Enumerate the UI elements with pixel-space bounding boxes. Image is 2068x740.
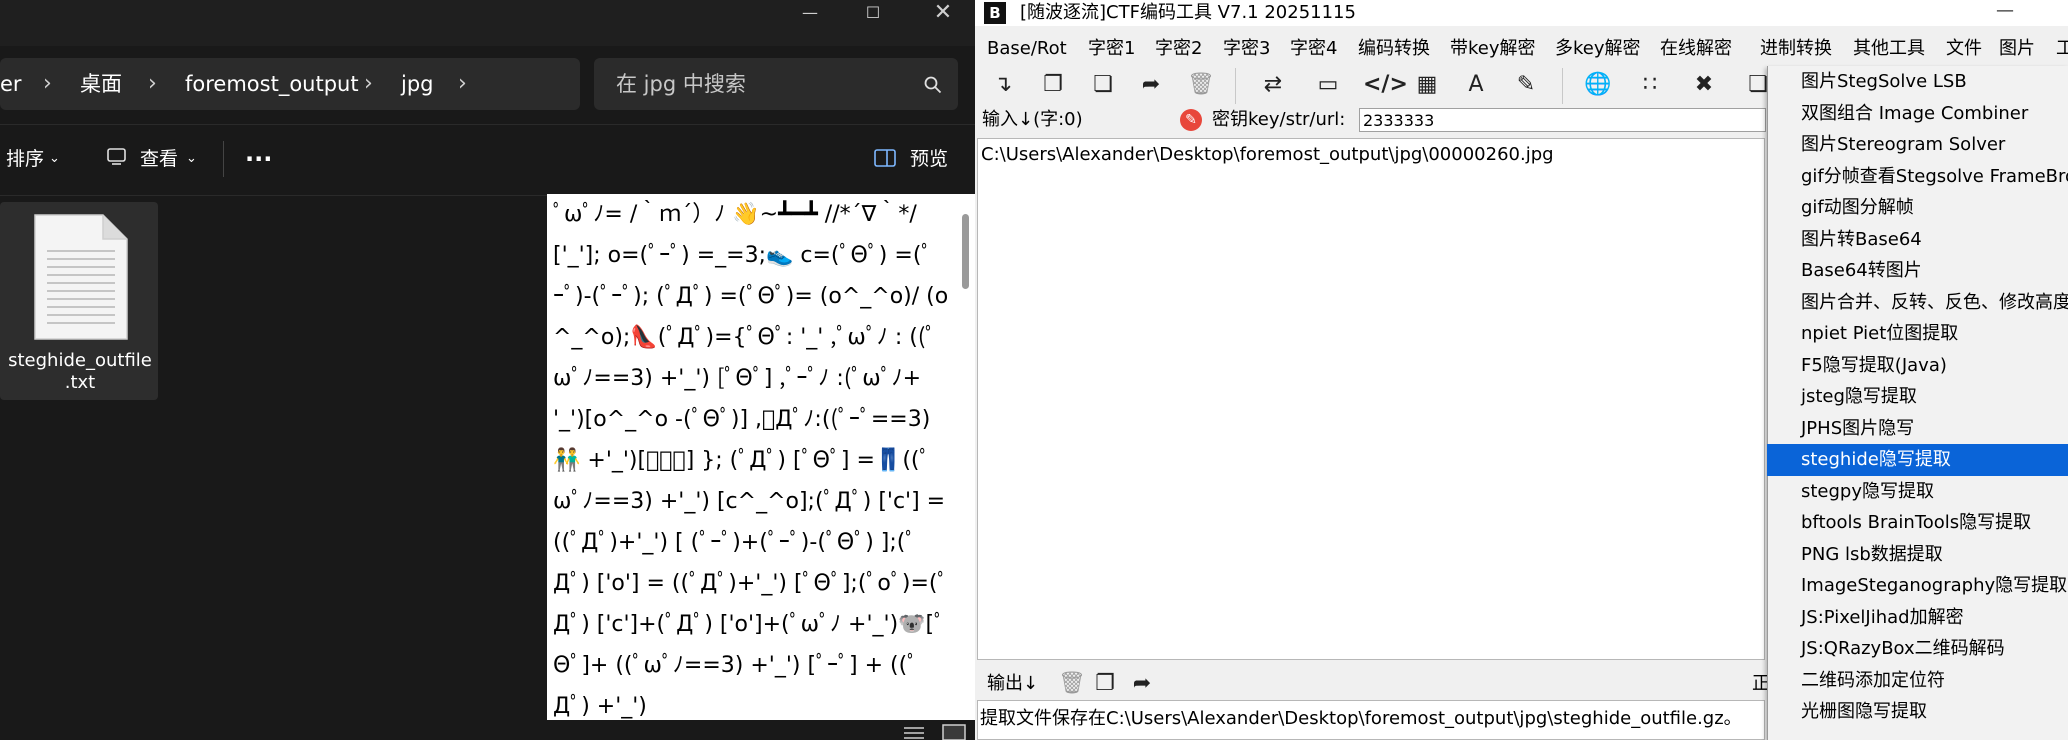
menu-item[interactable]: gif动图分解帧 (1767, 192, 2068, 224)
scrollbar-thumb[interactable] (962, 214, 969, 289)
menu-key-decrypt[interactable]: 带key解密 (1450, 34, 1536, 64)
chevron-right-icon: › (43, 71, 52, 96)
code-icon[interactable]: </> (1363, 70, 1408, 100)
chevron-down-icon: ⌄ (49, 151, 60, 166)
menu-item[interactable]: 图片StegSolve LSB (1767, 66, 2068, 98)
menu-item[interactable]: stegpy隐写提取 (1767, 476, 2068, 508)
window-title: [随波逐流]CTF编码工具 V7.1 20251115 (1020, 2, 1356, 23)
minimize-icon[interactable]: — (1996, 0, 2014, 26)
menu-item[interactable]: JPHS图片隐写 (1767, 413, 2068, 445)
menu-item[interactable]: 图片Stereogram Solver (1767, 129, 2068, 161)
chevron-right-icon: › (458, 71, 467, 96)
trash-icon[interactable]: 🗑 (1186, 70, 1216, 100)
preview-button[interactable]: 预览 (910, 124, 948, 194)
edit-icon[interactable]: ✎ (1511, 70, 1541, 100)
menu-item[interactable]: 图片转Base64 (1767, 224, 2068, 256)
menu-item[interactable]: JS:QRazyBox二维码解码 (1767, 633, 2068, 665)
details-view-icon[interactable] (903, 724, 925, 740)
menu-image[interactable]: 图片 (1999, 34, 2035, 64)
sort-button[interactable]: 排序 (6, 124, 44, 194)
menu-item[interactable]: 二维码添加定位符 (1767, 665, 2068, 697)
swap-icon[interactable]: ⇄ (1258, 70, 1288, 100)
text-file-icon (34, 214, 128, 340)
breadcrumb-item[interactable]: foremost_output (185, 58, 359, 110)
toolbar-divider (1562, 68, 1563, 104)
preview-pane-icon (874, 149, 896, 167)
chevron-down-icon: ⌄ (186, 151, 197, 166)
menu-base-rot[interactable]: Base/Rot (987, 34, 1067, 64)
font-icon[interactable]: A (1461, 70, 1491, 100)
copy-icon[interactable]: ❐ (1038, 70, 1068, 100)
menu-file[interactable]: 文件 (1946, 34, 1982, 64)
share-icon[interactable]: ➦ (1136, 70, 1166, 100)
menu-item[interactable]: JS:PixelJihad加解密 (1767, 602, 2068, 634)
view-button[interactable]: 查看 (140, 124, 178, 194)
toolbar-divider (1235, 68, 1236, 104)
tiles-view-icon[interactable] (942, 724, 966, 740)
search-input[interactable]: 在 jpg 中搜索 (616, 58, 746, 110)
menu-item[interactable]: 图片合并、反转、反色、修改高度 (1767, 287, 2068, 319)
menu-other-tools[interactable]: 其他工具 (1853, 34, 1925, 64)
output-text-content: 提取文件保存在C:\Users\Alexander\Desktop\foremo… (980, 708, 1742, 729)
output-textarea[interactable]: 提取文件保存在C:\Users\Alexander\Desktop\foremo… (977, 700, 1765, 740)
toolbar-divider (223, 141, 224, 177)
maximize-icon[interactable]: ☐ (850, 0, 896, 26)
menu-base-convert[interactable]: 进制转换 (1760, 34, 1832, 64)
menu-tools[interactable]: 工 (2056, 34, 2068, 64)
eraser-icon[interactable]: ✎ (1180, 109, 1202, 131)
grid-icon[interactable]: ∷ (1635, 70, 1665, 100)
menu-item[interactable]: 双图组合 Image Combiner (1767, 98, 2068, 130)
menu-item[interactable]: gif分帧查看Stegsolve FrameBrowser (1767, 161, 2068, 193)
breadcrumb-item[interactable]: er (0, 58, 22, 110)
file-name[interactable]: steghide_outfile .txt (4, 350, 156, 394)
search-icon (924, 76, 942, 94)
menu-encoding[interactable]: 编码转换 (1358, 34, 1430, 64)
status-bar (0, 720, 975, 740)
menu-item[interactable]: PNG lsb数据提取 (1767, 539, 2068, 571)
main-text-content: C:\Users\Alexander\Desktop\foremost_outp… (981, 144, 1554, 165)
menu-multikey-decrypt[interactable]: 多key解密 (1555, 34, 1641, 64)
menu-zimi2[interactable]: 字密2 (1155, 34, 1202, 64)
menu-item[interactable]: F5隐写提取(Java) (1767, 350, 2068, 382)
paste-icon[interactable]: ❏ (1088, 70, 1118, 100)
breadcrumb-item[interactable]: jpg (401, 58, 434, 110)
menu-item[interactable]: ImageSteganography隐写提取 (1767, 570, 2068, 602)
main-textarea[interactable]: C:\Users\Alexander\Desktop\foremost_outp… (977, 138, 1765, 660)
globe-icon[interactable]: 🌐 (1583, 70, 1613, 100)
menu-item[interactable]: npiet Piet位图提取 (1767, 318, 2068, 350)
breadcrumb-item[interactable]: 桌面 (80, 58, 122, 110)
menu-item[interactable]: Base64转图片 (1767, 255, 2068, 287)
close-icon[interactable]: ✕ (920, 0, 966, 26)
copy-icon[interactable]: ❐ (1090, 669, 1120, 699)
more-button[interactable]: ··· (245, 124, 272, 194)
view-icon (107, 148, 126, 165)
menu-item[interactable]: bftools BrainTools隐写提取 (1767, 507, 2068, 539)
preview-text: ﾟωﾟﾉ= /｀ｍ´）ﾉ 👋~┻━┻ //*´∇｀*/ ['_']; o=(ﾟｰ… (553, 202, 953, 719)
menu-item[interactable]: jsteg隐写提取 (1767, 381, 2068, 413)
chevron-right-icon: › (364, 71, 373, 96)
menu-item-selected[interactable]: steghide隐写提取 (1767, 444, 2068, 476)
menu-zimi4[interactable]: 字密4 (1290, 34, 1337, 64)
menu-item[interactable]: 光栅图隐写提取 (1767, 696, 2068, 728)
share-icon[interactable]: ➦ (1127, 669, 1157, 699)
menu-zimi1[interactable]: 字密1 (1088, 34, 1135, 64)
menu-online-decrypt[interactable]: 在线解密 (1660, 34, 1732, 64)
preview-pane: ﾟωﾟﾉ= /｀ｍ´）ﾉ 👋~┻━┻ //*´∇｀*/ ['_']; o=(ﾟｰ… (547, 194, 975, 720)
trash-icon[interactable]: 🗑 (1057, 669, 1087, 699)
chevron-right-icon: › (148, 71, 157, 96)
tools-icon[interactable]: ✖ (1689, 70, 1719, 100)
menu-zimi3[interactable]: 字密3 (1223, 34, 1270, 64)
terminal-icon[interactable]: ▭ (1313, 70, 1343, 100)
minimize-icon[interactable]: — (787, 0, 833, 26)
app-logo-icon: B (984, 2, 1006, 24)
table-icon[interactable]: ▦ (1412, 70, 1442, 100)
import-icon[interactable]: ↴ (988, 70, 1018, 100)
key-label: 密钥key/str/url: (1212, 109, 1346, 130)
input-label: 输入↓(字:0) (982, 109, 1083, 130)
output-label: 输出↓ (987, 673, 1039, 694)
key-input[interactable]: 2333333 (1359, 108, 1766, 132)
